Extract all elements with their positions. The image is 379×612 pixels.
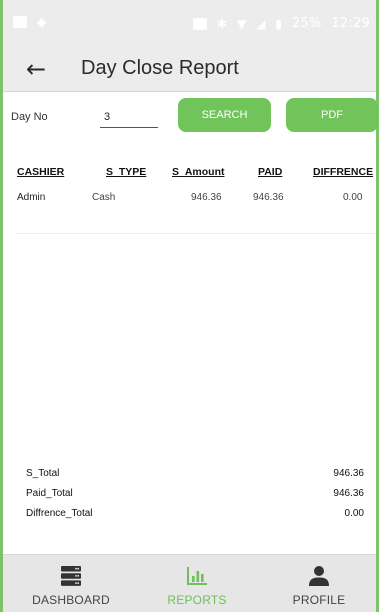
- person-icon: [308, 565, 330, 587]
- nav-profile-label: PROFILE: [292, 593, 346, 607]
- row-divider: [17, 233, 376, 234]
- nav-dashboard-label: DASHBOARD: [32, 593, 110, 607]
- col-header-cashier: CASHIER: [17, 166, 65, 178]
- status-bar: ◆ ✱ ▼ ◢ ▮ 25% 12:29: [3, 0, 376, 46]
- nav-reports-label: REPORTS: [167, 593, 227, 607]
- paid-total-value: 946.36: [333, 488, 364, 499]
- nav-dashboard[interactable]: DASHBOARD: [21, 555, 121, 612]
- s-total-value: 946.36: [333, 468, 364, 479]
- col-header-s-amount: S_Amount: [172, 166, 225, 178]
- col-header-paid: PAID: [258, 166, 283, 178]
- col-header-diffrence: DIFFRENCE: [313, 166, 374, 178]
- bottom-nav: DASHBOARD REPORTS PROFILE: [3, 554, 376, 612]
- nav-profile[interactable]: PROFILE: [269, 555, 369, 612]
- cell-diffrence: 0.00: [343, 192, 363, 203]
- app-bar: ← Day Close Report: [3, 46, 376, 92]
- wifi-icon: ▼: [236, 16, 247, 31]
- notification-icon: [13, 16, 27, 28]
- search-row: Day No SEARCH PDF: [3, 96, 378, 142]
- page-title: Day Close Report: [81, 57, 239, 79]
- cell-paid: 946.36: [253, 192, 284, 203]
- col-header-s-type: S_TYPE: [106, 166, 147, 178]
- server-stack-icon: [60, 565, 82, 587]
- s-total-label: S_Total: [26, 468, 60, 479]
- cell-s-amount: 946.36: [191, 192, 222, 203]
- status-time: 12:29: [331, 16, 370, 31]
- bar-chart-icon: [186, 565, 208, 587]
- day-no-label: Day No: [11, 111, 48, 123]
- nav-reports[interactable]: REPORTS: [147, 555, 247, 612]
- signal-icon: ◢: [256, 16, 266, 31]
- day-no-input[interactable]: [100, 106, 158, 128]
- app-frame: ◆ ✱ ▼ ◢ ▮ 25% 12:29 ← Day Close Report D…: [0, 0, 379, 612]
- search-button[interactable]: SEARCH: [178, 98, 271, 132]
- cell-s-type: Cash: [92, 192, 116, 203]
- battery-percent: 25%: [292, 16, 322, 31]
- diffrence-total-value: 0.00: [344, 508, 364, 519]
- table-header: CASHIER S_TYPE S_Amount PAID DIFFRENCE: [3, 166, 376, 182]
- diffrence-total-label: Diffrence_Total: [26, 508, 93, 519]
- cell-cashier: Admin: [17, 192, 46, 203]
- status-left-icons: ◆: [13, 16, 46, 28]
- battery-icon: ▮: [275, 16, 283, 31]
- table-row: Admin Cash 946.36 946.36 0.00: [3, 192, 376, 208]
- back-arrow-icon[interactable]: ←: [21, 54, 51, 84]
- cast-icon: [192, 17, 207, 30]
- status-right-icons: ✱ ▼ ◢ ▮ 25% 12:29: [192, 16, 370, 31]
- code-icon: ◆: [37, 15, 47, 29]
- pdf-button[interactable]: PDF: [286, 98, 378, 132]
- paid-total-label: Paid_Total: [26, 488, 73, 499]
- bluetooth-icon: ✱: [216, 16, 227, 31]
